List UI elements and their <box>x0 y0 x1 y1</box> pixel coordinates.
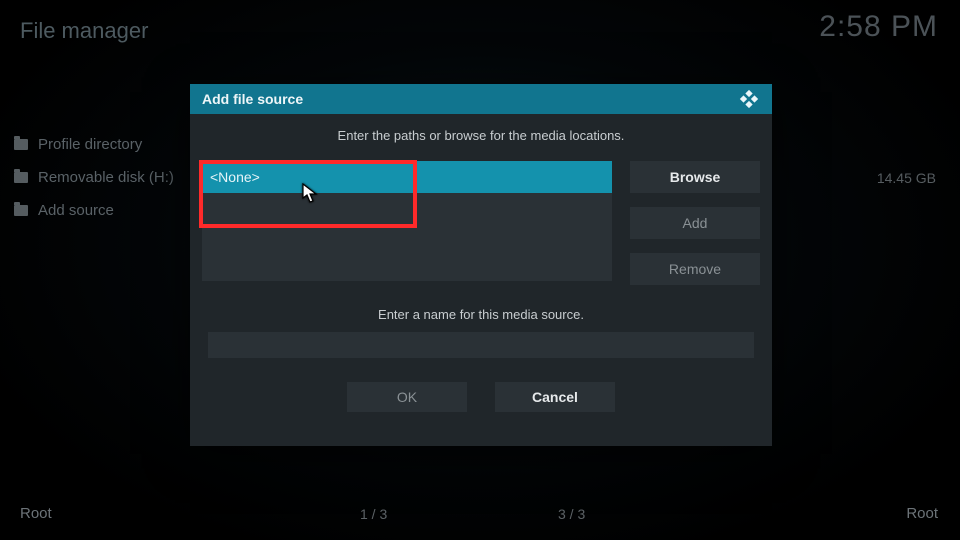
disk-size-label: 14.45 GB <box>877 170 936 186</box>
remove-button[interactable]: Remove <box>630 253 760 285</box>
breadcrumb-left: Root <box>20 505 52 522</box>
browse-button[interactable]: Browse <box>630 161 760 193</box>
sidebar-item-add-source[interactable]: Add source <box>14 194 174 227</box>
path-entry-selected[interactable]: <None> <box>202 161 612 193</box>
page-counter-right: 3 / 3 <box>558 506 585 522</box>
breadcrumb-right: Root <box>906 505 938 522</box>
dialog-bottom-buttons: OK Cancel <box>202 382 760 412</box>
sidebar-item-label: Profile directory <box>38 136 142 153</box>
paths-list[interactable]: <None> <box>202 161 612 281</box>
page-title: File manager <box>20 18 148 44</box>
path-side-buttons: Browse Add Remove <box>630 161 760 285</box>
screen-root: { "header": { "title": "File manager", "… <box>0 0 960 540</box>
dialog-header: Add file source <box>190 84 772 114</box>
sidebar-item-label: Removable disk (H:) <box>38 169 174 186</box>
folder-icon <box>14 205 28 216</box>
clock: 2:58 PM <box>819 10 938 44</box>
ok-button[interactable]: OK <box>347 382 467 412</box>
kodi-logo-icon <box>738 88 760 110</box>
page-counter-left: 1 / 3 <box>360 506 387 522</box>
paths-prompt: Enter the paths or browse for the media … <box>202 128 760 143</box>
add-button[interactable]: Add <box>630 207 760 239</box>
name-prompt: Enter a name for this media source. <box>202 307 760 322</box>
sidebar-item-profile-directory[interactable]: Profile directory <box>14 128 174 161</box>
folder-icon <box>14 139 28 150</box>
sidebar: Profile directory Removable disk (H:) Ad… <box>14 128 174 227</box>
cancel-button[interactable]: Cancel <box>495 382 615 412</box>
paths-row: <None> Browse Add Remove <box>202 161 760 285</box>
add-file-source-dialog: Add file source Enter the paths or brows… <box>190 84 772 446</box>
folder-icon <box>14 172 28 183</box>
sidebar-item-removable-disk[interactable]: Removable disk (H:) <box>14 161 174 194</box>
dialog-body: Enter the paths or browse for the media … <box>190 128 772 412</box>
source-name-input[interactable] <box>208 332 754 358</box>
dialog-title: Add file source <box>202 91 303 107</box>
sidebar-item-label: Add source <box>38 202 114 219</box>
